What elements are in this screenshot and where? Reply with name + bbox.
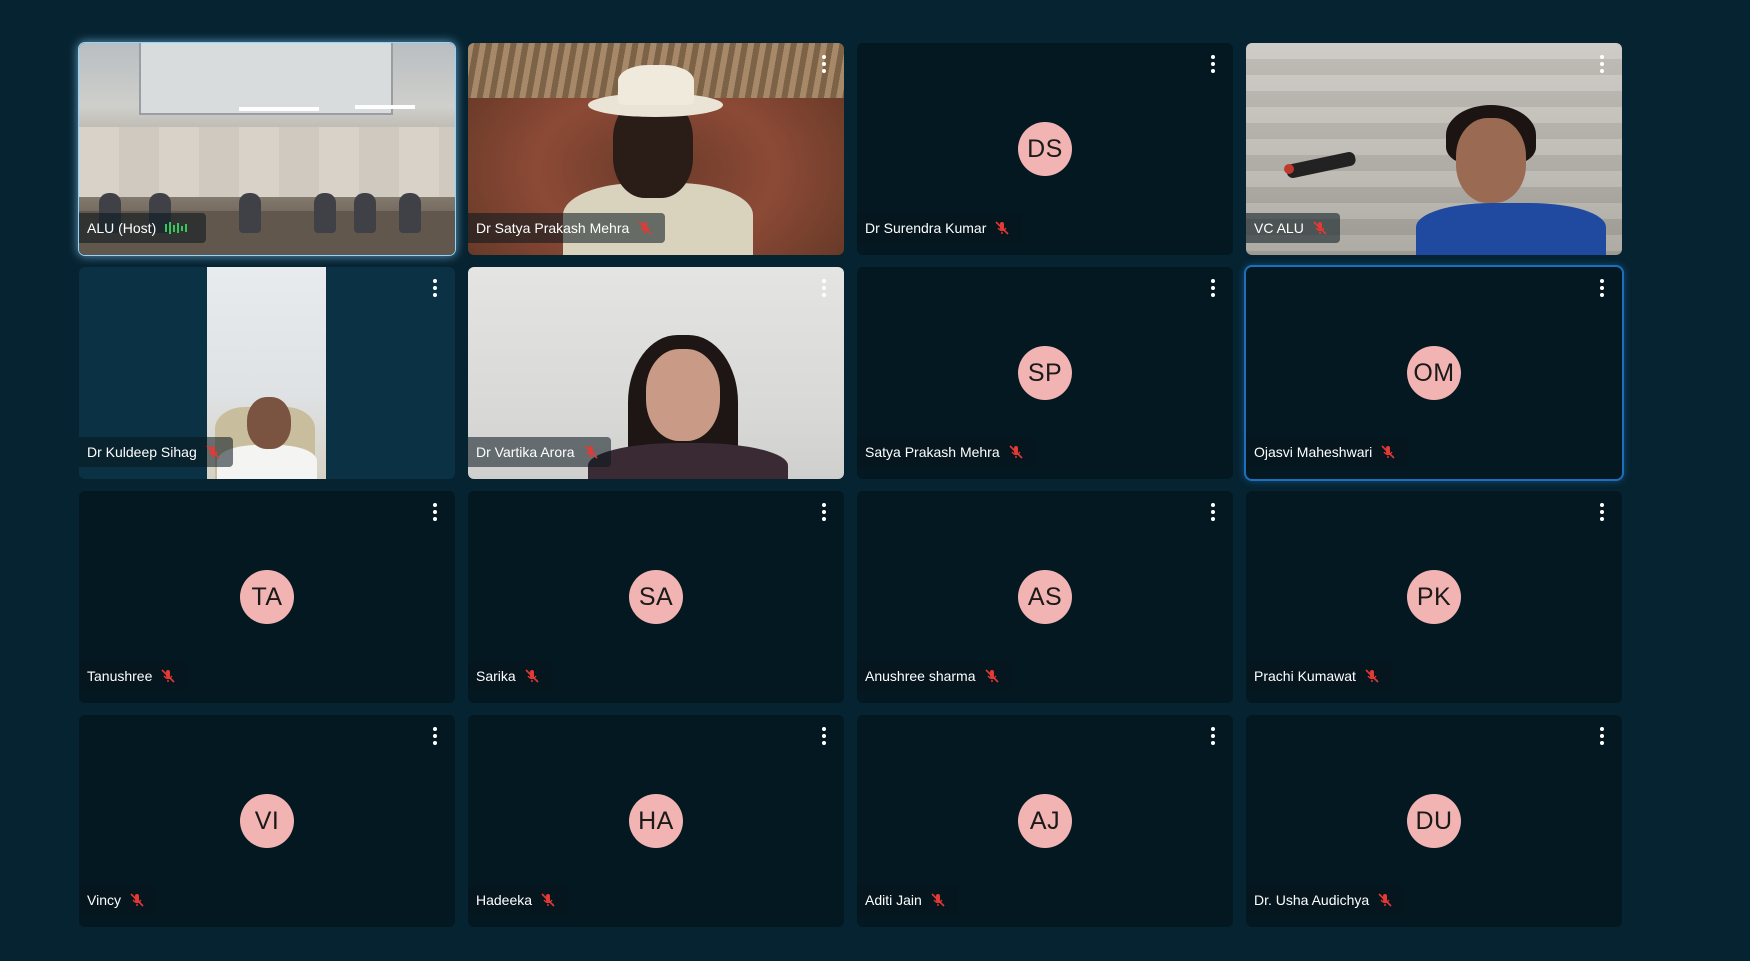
avatar: OM: [1407, 346, 1461, 400]
participant-tile-alu-host[interactable]: ALU (Host): [79, 43, 455, 255]
participant-name: Aditi Jain: [865, 892, 922, 908]
more-vert-icon[interactable]: [816, 501, 832, 523]
more-vert-icon[interactable]: [816, 277, 832, 299]
participant-tile-dr-surendra-kumar[interactable]: DS Dr Surendra Kumar: [857, 43, 1233, 255]
avatar: DS: [1018, 122, 1072, 176]
participant-tile-dr-kuldeep-sihag[interactable]: Dr Kuldeep Sihag: [79, 267, 455, 479]
more-vert-icon[interactable]: [1594, 501, 1610, 523]
avatar: SP: [1018, 346, 1072, 400]
more-vert-icon[interactable]: [816, 53, 832, 75]
mic-muted-icon: [984, 669, 999, 683]
participant-tile-aditi-jain[interactable]: AJ Aditi Jain: [857, 715, 1233, 927]
participant-name-tag: Sarika: [468, 661, 552, 691]
participant-tile-vc-alu[interactable]: VC ALU: [1246, 43, 1622, 255]
participant-tile-dr-satya-prakash-mehra[interactable]: Dr Satya Prakash Mehra: [468, 43, 844, 255]
participant-tile-prachi-kumawat[interactable]: PK Prachi Kumawat: [1246, 491, 1622, 703]
participant-name-tag: Vincy: [79, 885, 157, 915]
participant-tile-sarika[interactable]: SA Sarika: [468, 491, 844, 703]
participant-tile-dr-vartika-arora[interactable]: Dr Vartika Arora: [468, 267, 844, 479]
participant-name-tag: Dr Vartika Arora: [468, 437, 611, 467]
avatar: PK: [1407, 570, 1461, 624]
participant-name-tag: Tanushree: [79, 661, 189, 691]
mic-muted-icon: [583, 445, 598, 459]
participant-name: Prachi Kumawat: [1254, 668, 1356, 684]
participant-name: Ojasvi Maheshwari: [1254, 444, 1373, 460]
participant-tile-satya-prakash-mehra[interactable]: SP Satya Prakash Mehra: [857, 267, 1233, 479]
mic-muted-icon: [638, 221, 652, 235]
more-vert-icon[interactable]: [1205, 277, 1221, 299]
avatar: DU: [1407, 794, 1461, 848]
more-vert-icon[interactable]: [1594, 277, 1610, 299]
participant-name-tag: Dr. Usha Audichya: [1246, 885, 1406, 915]
participant-name-tag: Dr Satya Prakash Mehra: [468, 213, 666, 243]
more-vert-icon[interactable]: [427, 277, 443, 299]
participant-tile-dr-usha-audichya[interactable]: DU Dr. Usha Audichya: [1246, 715, 1622, 927]
more-vert-icon[interactable]: [1205, 725, 1221, 747]
participant-name: Tanushree: [87, 668, 153, 684]
participant-name-tag: Hadeeka: [468, 885, 569, 915]
mic-muted-icon: [1378, 893, 1392, 907]
avatar: SA: [629, 570, 683, 624]
mic-muted-icon: [525, 669, 539, 683]
mic-muted-icon: [1009, 445, 1023, 459]
participant-tile-tanushree[interactable]: TA Tanushree: [79, 491, 455, 703]
participant-name: Dr Vartika Arora: [476, 444, 575, 460]
participant-tile-hadeeka[interactable]: HA Hadeeka: [468, 715, 844, 927]
participant-name: Anushree sharma: [865, 668, 976, 684]
mic-muted-icon: [130, 893, 144, 907]
participant-name: VC ALU: [1254, 220, 1304, 236]
participant-name: Sarika: [476, 668, 516, 684]
participant-name: Dr Satya Prakash Mehra: [476, 220, 630, 236]
avatar: AJ: [1018, 794, 1072, 848]
avatar: TA: [240, 570, 294, 624]
mic-muted-icon: [1381, 445, 1395, 459]
mic-muted-icon: [161, 669, 175, 683]
participant-name-tag: VC ALU: [1246, 213, 1340, 243]
participant-name: Dr Surendra Kumar: [865, 220, 987, 236]
participant-tile-anushree-sharma[interactable]: AS Anushree sharma: [857, 491, 1233, 703]
participant-grid: ALU (Host) Dr Satya Prakash Mehra DS Dr …: [79, 43, 1624, 927]
mic-muted-icon: [931, 893, 945, 907]
participant-name-tag: ALU (Host): [79, 213, 207, 243]
audio-level-icon: [165, 222, 188, 234]
participant-name-tag: Dr Kuldeep Sihag: [79, 437, 233, 467]
participant-name-tag: Aditi Jain: [857, 885, 958, 915]
mic-muted-icon: [995, 221, 1009, 235]
more-vert-icon[interactable]: [1205, 501, 1221, 523]
more-vert-icon[interactable]: [1594, 725, 1610, 747]
participant-name: Dr Kuldeep Sihag: [87, 444, 197, 460]
participant-name: Dr. Usha Audichya: [1254, 892, 1370, 908]
participant-tile-ojasvi-maheshwari[interactable]: OM Ojasvi Maheshwari: [1246, 267, 1622, 479]
participant-name-tag: Dr Surendra Kumar: [857, 213, 1023, 243]
avatar: VI: [240, 794, 294, 848]
participant-name-tag: Satya Prakash Mehra: [857, 437, 1036, 467]
more-vert-icon[interactable]: [427, 725, 443, 747]
participant-name: Hadeeka: [476, 892, 533, 908]
participant-name-tag: Anushree sharma: [857, 661, 1012, 691]
participant-name-tag: Ojasvi Maheshwari: [1246, 437, 1409, 467]
participant-name-tag: Prachi Kumawat: [1246, 661, 1392, 691]
mic-muted-icon: [541, 893, 555, 907]
mic-muted-icon: [1313, 221, 1327, 235]
more-vert-icon[interactable]: [816, 725, 832, 747]
more-vert-icon[interactable]: [1594, 53, 1610, 75]
avatar: AS: [1018, 570, 1072, 624]
avatar: HA: [629, 794, 683, 848]
more-vert-icon[interactable]: [427, 501, 443, 523]
mic-muted-icon: [1365, 669, 1379, 683]
participant-tile-vincy[interactable]: VI Vincy: [79, 715, 455, 927]
mic-muted-icon: [206, 445, 220, 459]
participant-name: ALU (Host): [87, 220, 157, 236]
participant-name: Satya Prakash Mehra: [865, 444, 1000, 460]
participant-name: Vincy: [87, 892, 121, 908]
more-vert-icon[interactable]: [1205, 53, 1221, 75]
